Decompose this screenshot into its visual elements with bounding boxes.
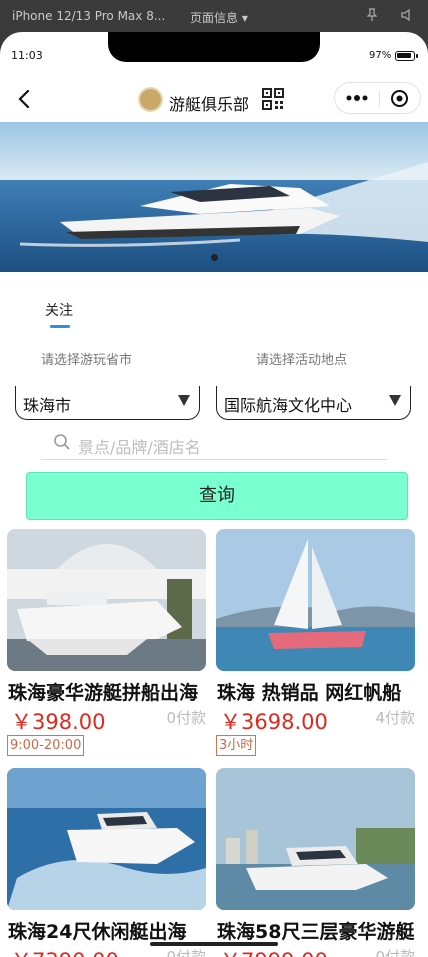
product-price: ￥7999.00 <box>220 945 328 957</box>
product-sold-count: 4付款 <box>375 709 415 727</box>
carousel-indicator[interactable] <box>211 254 218 261</box>
product-name: 珠海豪华游艇拼船出海 <box>8 682 199 704</box>
search-placeholder: 景点/品牌/酒店名 <box>78 438 201 457</box>
dropdown-arrow-icon <box>178 395 190 406</box>
query-button[interactable]: 查询 <box>26 472 408 520</box>
club-logo-icon <box>138 87 163 112</box>
province-label: 请选择游玩省市 <box>41 353 133 368</box>
product-name: 珠海 热销品 网红帆船 <box>217 682 402 704</box>
page-title: 游艇俱乐部 <box>169 95 250 114</box>
product-card[interactable]: 珠海24尺休闲艇出海 ￥7390.00 0付款 <box>7 768 206 957</box>
place-label: 请选择活动地点 <box>256 353 348 368</box>
tab-follow[interactable]: 关注 <box>45 300 73 320</box>
capsule-divider <box>379 91 380 107</box>
product-price: ￥7390.00 <box>11 945 119 957</box>
place-value: 国际航海文化中心 <box>224 396 353 415</box>
qr-code-icon[interactable] <box>262 88 284 110</box>
product-image <box>7 768 206 910</box>
mini-program-capsule <box>334 82 421 114</box>
product-tag: 9:00-20:00 <box>7 735 85 756</box>
battery-percentage: 97% <box>369 50 392 61</box>
target-icon[interactable] <box>390 89 409 108</box>
product-card[interactable]: 珠海58尺三层豪华游艇 ￥7999.00 0付款 <box>216 768 415 957</box>
product-card[interactable]: 珠海豪华游艇拼船出海 ￥398.00 0付款 9:00-20:00 <box>7 529 206 756</box>
province-value: 珠海市 <box>23 396 72 415</box>
product-price: ￥3698.00 <box>220 710 328 734</box>
province-select[interactable]: 珠海市 <box>15 386 200 420</box>
product-price: ￥398.00 <box>11 710 106 734</box>
dropdown-arrow-icon <box>389 395 401 406</box>
tab-underline <box>50 325 70 328</box>
pin-icon[interactable] <box>366 8 378 22</box>
product-sold-count: 0付款 <box>375 948 415 957</box>
product-sold-count: 0付款 <box>166 948 206 957</box>
page-info-menu[interactable]: 页面信息 ▾ <box>190 9 248 26</box>
more-icon[interactable] <box>345 90 369 106</box>
speaker-icon[interactable] <box>401 9 415 21</box>
product-card[interactable]: 珠海 热销品 网红帆船 ￥3698.00 4付款 3小时 <box>216 529 415 756</box>
product-image <box>7 529 206 671</box>
phone-screen: 11:03 97% 游艇俱乐部 关注 请选择游玩省市 请选择活动地点 珠海市 国… <box>0 32 428 957</box>
product-sold-count: 0付款 <box>166 709 206 727</box>
banner-carousel[interactable] <box>0 122 428 272</box>
product-tag: 3小时 <box>216 735 257 756</box>
status-time: 11:03 <box>11 49 43 62</box>
battery-tip <box>416 54 418 58</box>
product-image <box>216 768 415 910</box>
devtools-bar: iPhone 12/13 Pro Max 8... 页面信息 ▾ <box>0 0 428 32</box>
back-icon[interactable] <box>14 88 36 110</box>
product-name: 珠海24尺休闲艇出海 <box>8 921 187 943</box>
home-indicator <box>150 942 278 946</box>
device-selector[interactable]: iPhone 12/13 Pro Max 8... <box>12 9 165 23</box>
product-image <box>216 529 415 671</box>
place-select[interactable]: 国际航海文化中心 <box>216 386 411 420</box>
product-name: 珠海58尺三层豪华游艇 <box>217 921 415 943</box>
notch <box>108 32 320 62</box>
search-icon <box>54 434 70 450</box>
yacht-banner-image <box>0 122 428 272</box>
search-input[interactable]: 景点/品牌/酒店名 <box>41 428 387 460</box>
battery-icon <box>395 51 415 61</box>
